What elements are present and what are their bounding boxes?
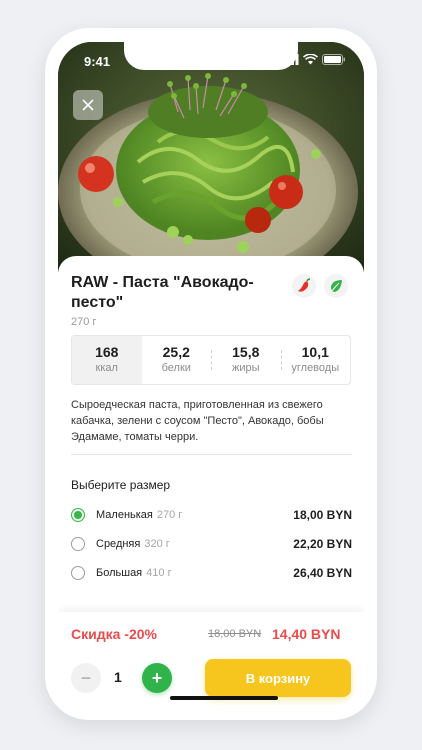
signal-icon (282, 54, 299, 65)
close-button[interactable] (73, 90, 103, 120)
size-weight: 320 г (144, 538, 170, 550)
add-to-cart-button[interactable]: В корзину (205, 659, 351, 697)
size-option-small[interactable]: Маленькая 270 г 18,00 BYN (71, 505, 352, 525)
size-name: Большая (96, 567, 143, 579)
phone-frame: 9:41 RAW - Паста "Авокадо-песто" 270 г 1… (45, 28, 377, 720)
close-icon (82, 99, 94, 111)
nutrition-label: углеводы (291, 362, 340, 374)
nutrition-kcal: 168 ккал (72, 336, 142, 384)
chili-pepper-icon (298, 278, 311, 292)
radio-button[interactable] (71, 537, 85, 551)
product-badges (292, 274, 348, 298)
spicy-badge (292, 274, 316, 298)
product-title: RAW - Паста "Авокадо-песто" (71, 274, 254, 311)
product-weight: 270 г (71, 316, 97, 328)
product-description: Сыроедческая паста, приготовленная из св… (71, 399, 324, 443)
nutrition-protein: 25,2 белки (142, 336, 212, 384)
radio-button-selected[interactable] (71, 508, 85, 522)
wifi-icon (303, 54, 318, 65)
nutrition-label: жиры (231, 362, 260, 374)
vegan-badge (324, 274, 348, 298)
new-price: 14,40 BYN (272, 626, 341, 642)
divider (71, 454, 352, 455)
minus-icon: − (80, 667, 92, 688)
battery-icon (322, 54, 345, 65)
nutrition-value: 15,8 (232, 344, 260, 360)
size-name: Маленькая (96, 509, 153, 521)
cart-bar: Скидка -20% 18,00 BYN 14,40 BYN − 1 + В … (58, 612, 364, 706)
size-price: 18,00 BYN (293, 508, 352, 522)
dish-photo (58, 42, 364, 272)
size-weight: 270 г (156, 509, 183, 521)
status-icons (282, 54, 346, 65)
size-option-large[interactable]: Большая 410 г 26,40 BYN (71, 563, 352, 583)
status-time: 9:41 (84, 54, 111, 69)
discount-label: Скидка -20% (71, 626, 157, 642)
screen: 9:41 RAW - Паста "Авокадо-песто" 270 г 1… (58, 42, 364, 706)
radio-button[interactable] (71, 566, 85, 580)
leaf-icon (330, 280, 342, 293)
nutrition-value: 168 (95, 344, 119, 360)
size-weight: 410 г (146, 567, 172, 579)
nutrition-value: 25,2 (162, 344, 190, 360)
size-section-title: Выберите размер (71, 478, 171, 492)
old-price: 18,00 BYN (208, 628, 262, 640)
quantity-value: 1 (114, 669, 122, 685)
notch (124, 42, 298, 70)
nutrition-label: белки (161, 362, 191, 374)
plus-icon: + (151, 667, 163, 688)
size-price: 22,20 BYN (293, 537, 352, 551)
decrease-quantity-button[interactable]: − (71, 663, 101, 693)
nutrition-carbs: 10,1 углеводы (280, 336, 351, 384)
home-indicator (170, 696, 278, 700)
nutrition-label: ккал (95, 362, 118, 374)
increase-quantity-button[interactable]: + (142, 663, 172, 693)
nutrition-fat: 15,8 жиры (211, 336, 281, 384)
nutrition-value: 10,1 (301, 344, 329, 360)
size-name: Средняя (96, 538, 141, 550)
size-price: 26,40 BYN (293, 566, 352, 580)
size-option-medium[interactable]: Средняя 320 г 22,20 BYN (71, 534, 352, 554)
nutrition-panel: 168 ккал 25,2 белки 15,8 жиры 10,1 углев… (71, 335, 351, 385)
